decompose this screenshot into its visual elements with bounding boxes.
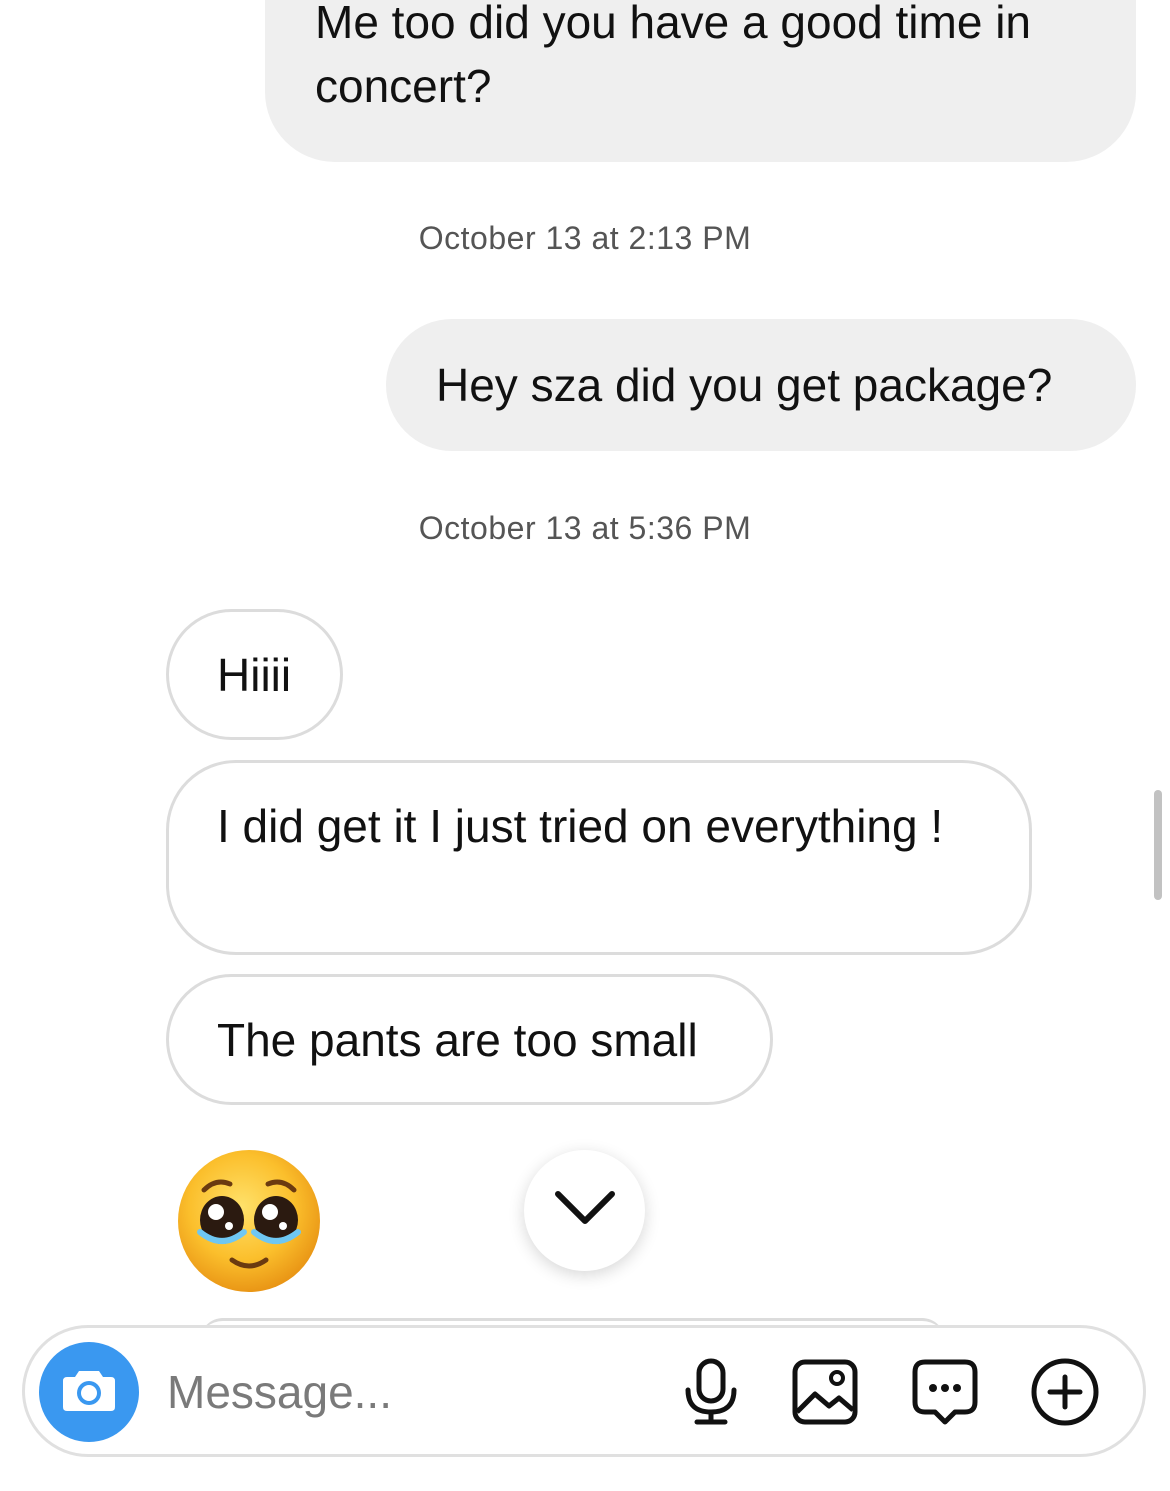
gallery-button[interactable] [789,1358,861,1430]
message-timestamp: October 13 at 5:36 PM [418,510,752,546]
scrollbar[interactable] [1154,790,1162,900]
scroll-to-bottom-button[interactable] [524,1150,645,1271]
received-message-bubble[interactable]: Hiiii [166,609,343,740]
message-timestamp: October 13 at 2:13 PM [418,220,752,256]
sticker-button[interactable] [909,1358,981,1430]
received-message-bubble[interactable]: I did get it I just tried on everything … [166,760,1032,955]
plus-icon [1030,1357,1100,1432]
message-text: Me too did you have a good time in conce… [315,0,1032,112]
voice-message-button[interactable] [675,1358,747,1430]
message-composer [22,1325,1146,1457]
sticker-icon [911,1358,979,1431]
message-text: Hiiii [217,649,292,701]
received-message-bubble[interactable]: The pants are too small [166,974,773,1105]
message-input[interactable] [167,1358,647,1426]
message-text: Hey sza did you get package? [436,359,1053,411]
chevron-down-icon [554,1190,616,1231]
sent-message-bubble[interactable]: Hey sza did you get package? [386,319,1136,451]
message-text: The pants are too small [217,1014,698,1066]
camera-button[interactable] [39,1342,139,1442]
pleading-face-emoji-icon[interactable] [176,1148,322,1294]
gallery-icon [791,1358,859,1431]
more-options-button[interactable] [1029,1358,1101,1430]
camera-icon [61,1367,117,1418]
message-text: I did get it I just tried on everything … [217,800,944,852]
sent-message-bubble[interactable]: Me too did you have a good time in conce… [265,0,1136,162]
microphone-icon [683,1358,739,1431]
